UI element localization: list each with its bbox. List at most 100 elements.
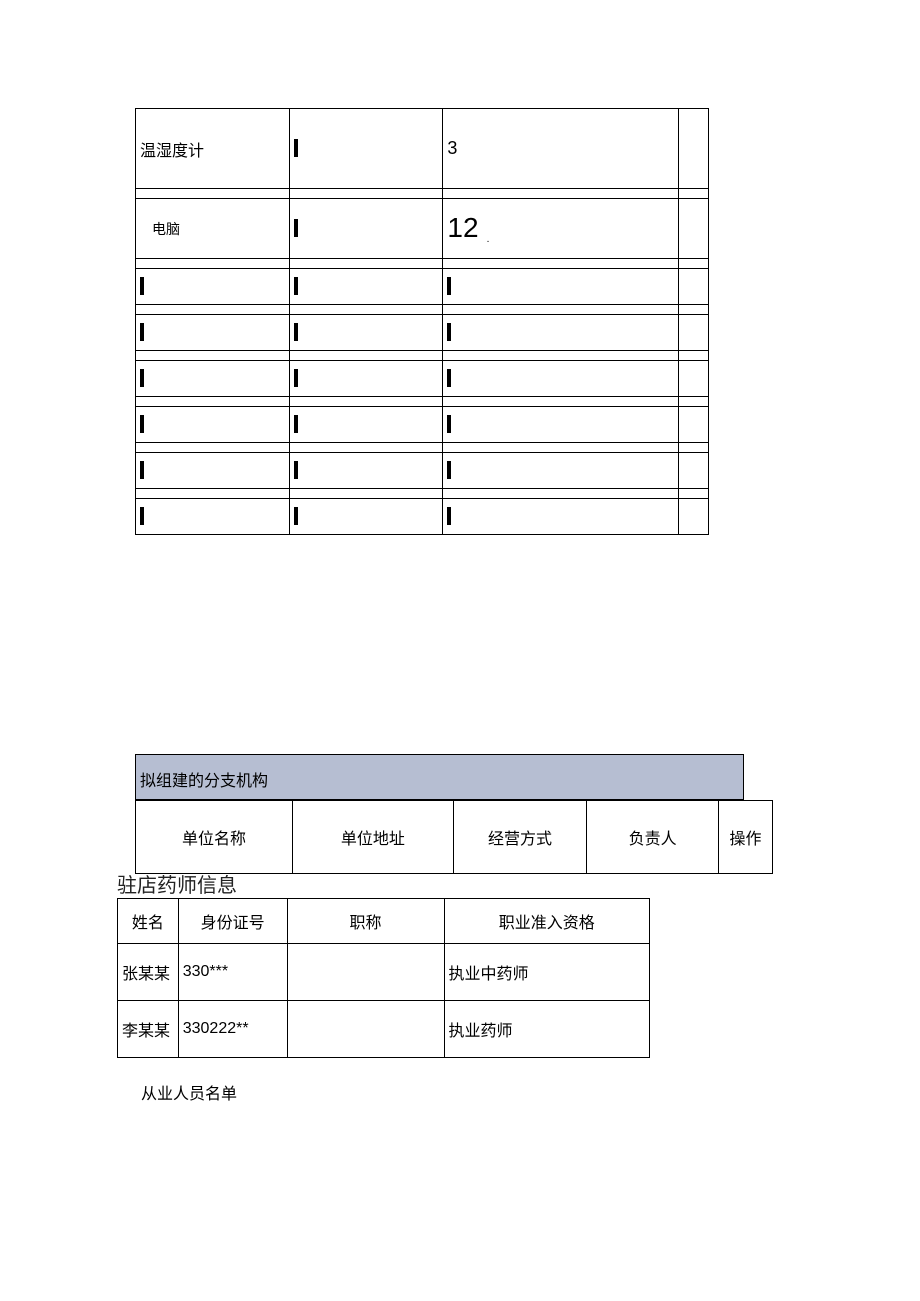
spacer-cell bbox=[679, 489, 709, 499]
pharm-col-id: 身份证号 bbox=[178, 899, 287, 944]
pharm-row: 李某某330222**执业药师 bbox=[118, 1001, 650, 1058]
equip-cell-d bbox=[679, 361, 709, 397]
equip-label: 电脑 bbox=[140, 221, 180, 237]
staff-section-title: 从业人员名单 bbox=[141, 1080, 237, 1104]
spacer-cell bbox=[443, 189, 679, 199]
equip-value: 12 bbox=[447, 212, 478, 243]
spacer-cell bbox=[679, 189, 709, 199]
equipment-row: 温湿度计 3 bbox=[136, 109, 709, 189]
pharmacist-table: 姓名 身份证号 职称 职业准入资格 张某某330*** 执业中药师李某某33022… bbox=[117, 898, 650, 1058]
equip-cell-d bbox=[679, 199, 709, 259]
equip-cell-c bbox=[443, 499, 679, 535]
branch-table: 单位名称 单位地址 经营方式 负责人 操作 bbox=[135, 800, 773, 874]
equip-cell-a bbox=[136, 499, 290, 535]
bar-icon bbox=[294, 507, 298, 525]
equip-cell-c: 3 bbox=[443, 109, 679, 189]
equipment-row bbox=[136, 351, 709, 361]
equip-cell-a: 电脑 bbox=[136, 199, 290, 259]
spacer-cell bbox=[289, 351, 443, 361]
equipment-row bbox=[136, 397, 709, 407]
pharm-name: 张某某 bbox=[118, 944, 179, 1001]
equip-cell-c bbox=[443, 269, 679, 305]
spacer-cell bbox=[443, 305, 679, 315]
spacer-cell bbox=[443, 397, 679, 407]
equip-cell-a: 温湿度计 bbox=[136, 109, 290, 189]
equip-cell-b bbox=[289, 109, 443, 189]
bar-icon bbox=[294, 415, 298, 433]
pharm-header-row: 姓名 身份证号 职称 职业准入资格 bbox=[118, 899, 650, 944]
bar-icon bbox=[140, 415, 144, 433]
equip-cell-a bbox=[136, 407, 290, 443]
pharmacist-section-title: 驻店药师信息 bbox=[117, 869, 237, 898]
equip-cell-a bbox=[136, 361, 290, 397]
equipment-row bbox=[136, 259, 709, 269]
spacer-cell bbox=[289, 189, 443, 199]
pharm-id: 330222** bbox=[178, 1001, 287, 1058]
equip-cell-b bbox=[289, 407, 443, 443]
spacer-cell bbox=[289, 305, 443, 315]
equipment-row bbox=[136, 407, 709, 443]
equip-label: 温湿度计 bbox=[140, 143, 204, 160]
branch-col-mode: 经营方式 bbox=[453, 801, 587, 874]
branch-header: 拟组建的分支机构 bbox=[135, 754, 744, 800]
branch-col-address: 单位地址 bbox=[292, 801, 453, 874]
pharm-col-name: 姓名 bbox=[118, 899, 179, 944]
spacer-cell bbox=[679, 443, 709, 453]
equip-cell-b bbox=[289, 453, 443, 489]
pharm-id: 330*** bbox=[178, 944, 287, 1001]
pharm-title-cell bbox=[287, 1001, 444, 1058]
pharm-col-title: 职称 bbox=[287, 899, 444, 944]
equip-cell-d bbox=[679, 453, 709, 489]
spacer-cell bbox=[289, 259, 443, 269]
bar-icon bbox=[294, 219, 298, 237]
bar-icon bbox=[294, 369, 298, 387]
bar-icon bbox=[294, 461, 298, 479]
bar-icon bbox=[447, 415, 451, 433]
trail-mark: . bbox=[479, 234, 490, 245]
equipment-row bbox=[136, 489, 709, 499]
bar-icon bbox=[140, 277, 144, 295]
equip-cell-b bbox=[289, 269, 443, 305]
equipment-row bbox=[136, 361, 709, 397]
equipment-row bbox=[136, 453, 709, 489]
branch-col-action: 操作 bbox=[719, 801, 773, 874]
bar-icon bbox=[447, 461, 451, 479]
bar-icon bbox=[447, 369, 451, 387]
document-page: 温湿度计 3 电脑 12. 拟组建的分支机构 单位名称 单位地址 经营方式 负责人 操… bbox=[0, 0, 920, 1301]
bar-icon bbox=[447, 323, 451, 341]
equip-cell-a bbox=[136, 269, 290, 305]
spacer-cell bbox=[136, 489, 290, 499]
spacer-cell bbox=[443, 351, 679, 361]
spacer-cell bbox=[679, 397, 709, 407]
spacer-cell bbox=[136, 351, 290, 361]
spacer-cell bbox=[136, 189, 290, 199]
bar-icon bbox=[140, 323, 144, 341]
spacer-cell bbox=[443, 443, 679, 453]
equipment-row bbox=[136, 443, 709, 453]
spacer-cell bbox=[136, 259, 290, 269]
equip-cell-b bbox=[289, 199, 443, 259]
spacer-cell bbox=[443, 259, 679, 269]
equipment-row bbox=[136, 305, 709, 315]
branch-col-name: 单位名称 bbox=[136, 801, 293, 874]
bar-icon bbox=[294, 323, 298, 341]
equip-cell-d bbox=[679, 407, 709, 443]
bar-icon bbox=[294, 277, 298, 295]
equip-cell-b bbox=[289, 499, 443, 535]
equip-cell-a bbox=[136, 315, 290, 351]
pharm-qual: 执业中药师 bbox=[444, 944, 650, 1001]
spacer-cell bbox=[289, 397, 443, 407]
equip-cell-c bbox=[443, 453, 679, 489]
spacer-cell bbox=[289, 489, 443, 499]
equipment-row bbox=[136, 315, 709, 351]
bar-icon bbox=[140, 507, 144, 525]
equip-cell-b bbox=[289, 361, 443, 397]
equip-cell-b bbox=[289, 315, 443, 351]
equip-cell-c bbox=[443, 315, 679, 351]
equip-cell-d bbox=[679, 109, 709, 189]
equipment-row bbox=[136, 269, 709, 305]
spacer-cell bbox=[679, 305, 709, 315]
pharm-col-qual: 职业准入资格 bbox=[444, 899, 650, 944]
bar-icon bbox=[140, 369, 144, 387]
equip-cell-c: 12. bbox=[443, 199, 679, 259]
